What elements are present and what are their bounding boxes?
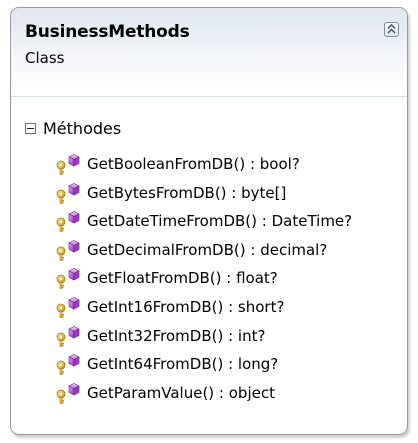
method-label: GetBytesFromDB() : byte[] — [87, 183, 287, 202]
public-static-method-icon — [56, 354, 80, 376]
method-label: GetInt16FromDB() : short? — [87, 297, 285, 316]
method-label: GetDateTimeFromDB() : DateTime? — [87, 212, 353, 231]
public-static-method-icon — [56, 268, 80, 290]
minus-box-icon[interactable] — [25, 123, 36, 134]
method-label: GetDecimalFromDB() : decimal? — [87, 240, 328, 259]
methods-section-label: Méthodes — [43, 119, 122, 138]
public-static-method-icon — [56, 239, 80, 261]
public-static-method-icon — [56, 382, 80, 404]
public-static-method-icon — [56, 325, 80, 347]
public-static-method-icon — [56, 154, 80, 175]
collapse-chevrons-icon[interactable] — [384, 22, 399, 37]
class-kind: Class — [25, 49, 65, 67]
method-label: GetParamValue() : object — [87, 383, 275, 402]
public-static-method-icon — [56, 211, 80, 233]
class-shape[interactable]: BusinessMethods Class Méthodes GetBoolea… — [10, 7, 408, 435]
method-label: GetInt64FromDB() : long? — [87, 355, 279, 374]
class-name: BusinessMethods — [25, 22, 190, 42]
method-label: GetInt32FromDB() : int? — [87, 326, 266, 345]
public-static-method-icon — [56, 182, 80, 204]
method-label: GetBooleanFromDB() : bool? — [87, 155, 300, 173]
method-label: GetFloatFromDB() : float? — [87, 269, 278, 288]
class-header[interactable]: BusinessMethods Class — [11, 8, 407, 97]
public-static-method-icon — [56, 296, 80, 318]
